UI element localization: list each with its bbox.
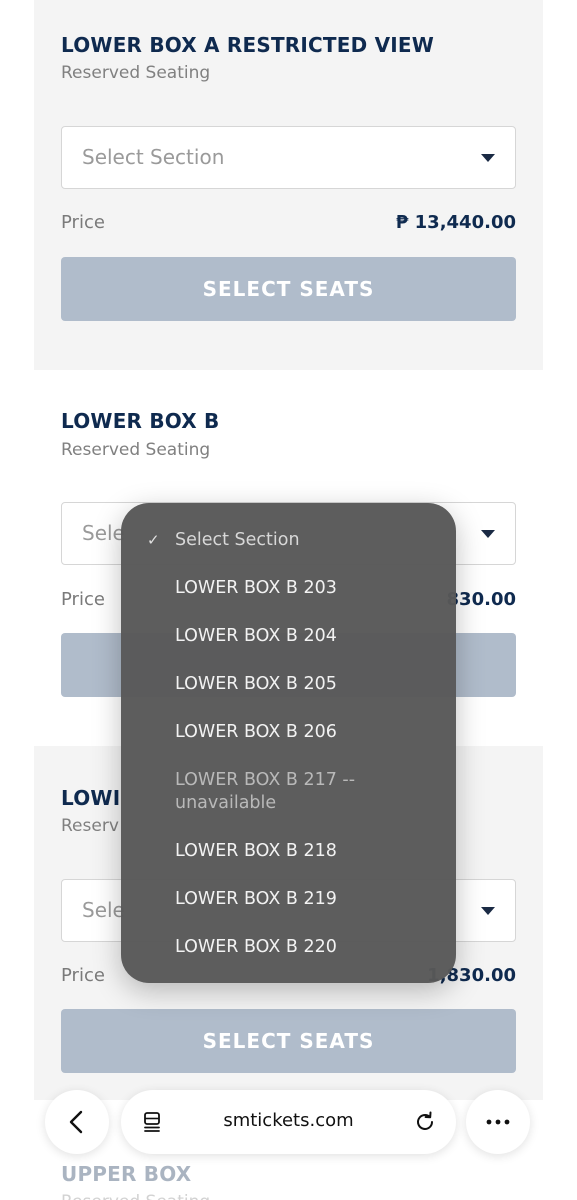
card-subtitle: Reserved Seating — [61, 1192, 210, 1200]
checkmark-icon: ✓ — [147, 531, 160, 549]
caret-down-icon — [481, 907, 495, 915]
select-seats-button[interactable]: SELECT SEATS — [61, 1009, 516, 1073]
url-text: smtickets.com — [223, 1110, 354, 1131]
dropdown-option[interactable]: LOWER BOX B 206 — [175, 721, 435, 744]
chevron-left-icon — [69, 1110, 83, 1134]
reload-icon[interactable] — [412, 1109, 438, 1135]
caret-down-icon — [481, 154, 495, 162]
address-bar[interactable]: smtickets.com — [121, 1090, 456, 1154]
card-title: LOWER BOX B — [61, 409, 220, 433]
caret-down-icon — [481, 530, 495, 538]
more-button[interactable] — [466, 1090, 530, 1154]
section-select-value: Sele — [82, 521, 125, 545]
dropdown-option[interactable]: LOWER BOX B 204 — [175, 625, 435, 648]
section-select[interactable]: Select Section — [61, 126, 516, 189]
dropdown-option[interactable]: Select Section — [175, 529, 435, 552]
dropdown-option[interactable]: LOWER BOX B 203 — [175, 577, 435, 600]
card-title: LOWER BOX A RESTRICTED VIEW — [61, 33, 435, 57]
select-seats-button[interactable]: SELECT SEATS — [61, 257, 516, 321]
dropdown-option-unavailable: LOWER BOX B 217 -- unavailable — [175, 770, 356, 813]
card-title: UPPER BOX — [61, 1162, 192, 1186]
dropdown-option[interactable]: LOWER BOX B 218 — [175, 840, 435, 863]
ticket-card-lower-box-a: LOWER BOX A RESTRICTED VIEW Reserved Sea… — [34, 0, 543, 370]
price-label: Price — [61, 212, 105, 233]
dropdown-option[interactable]: LOWER BOX B 220 — [175, 936, 435, 959]
section-select-value: Sele — [82, 898, 125, 922]
card-title: LOWI — [61, 786, 121, 810]
price-label: Price — [61, 589, 105, 610]
price-value: 830.00 — [446, 589, 516, 610]
card-subtitle: Reserv — [61, 816, 119, 836]
dropdown-option[interactable]: LOWER BOX B 219 — [175, 888, 435, 911]
back-button[interactable] — [45, 1090, 109, 1154]
dropdown-option[interactable]: LOWER BOX B 205 — [175, 673, 435, 696]
card-subtitle: Reserved Seating — [61, 440, 211, 460]
page: LOWER BOX A RESTRICTED VIEW Reserved Sea… — [0, 0, 577, 1200]
price-label: Price — [61, 965, 105, 986]
price-value: ₱ 13,440.00 — [395, 212, 516, 233]
more-icon — [486, 1119, 510, 1125]
section-select-value: Select Section — [82, 145, 225, 169]
section-dropdown-menu: ✓ Select Section LOWER BOX B 203 LOWER B… — [121, 503, 456, 983]
card-subtitle: Reserved Seating — [61, 63, 211, 83]
